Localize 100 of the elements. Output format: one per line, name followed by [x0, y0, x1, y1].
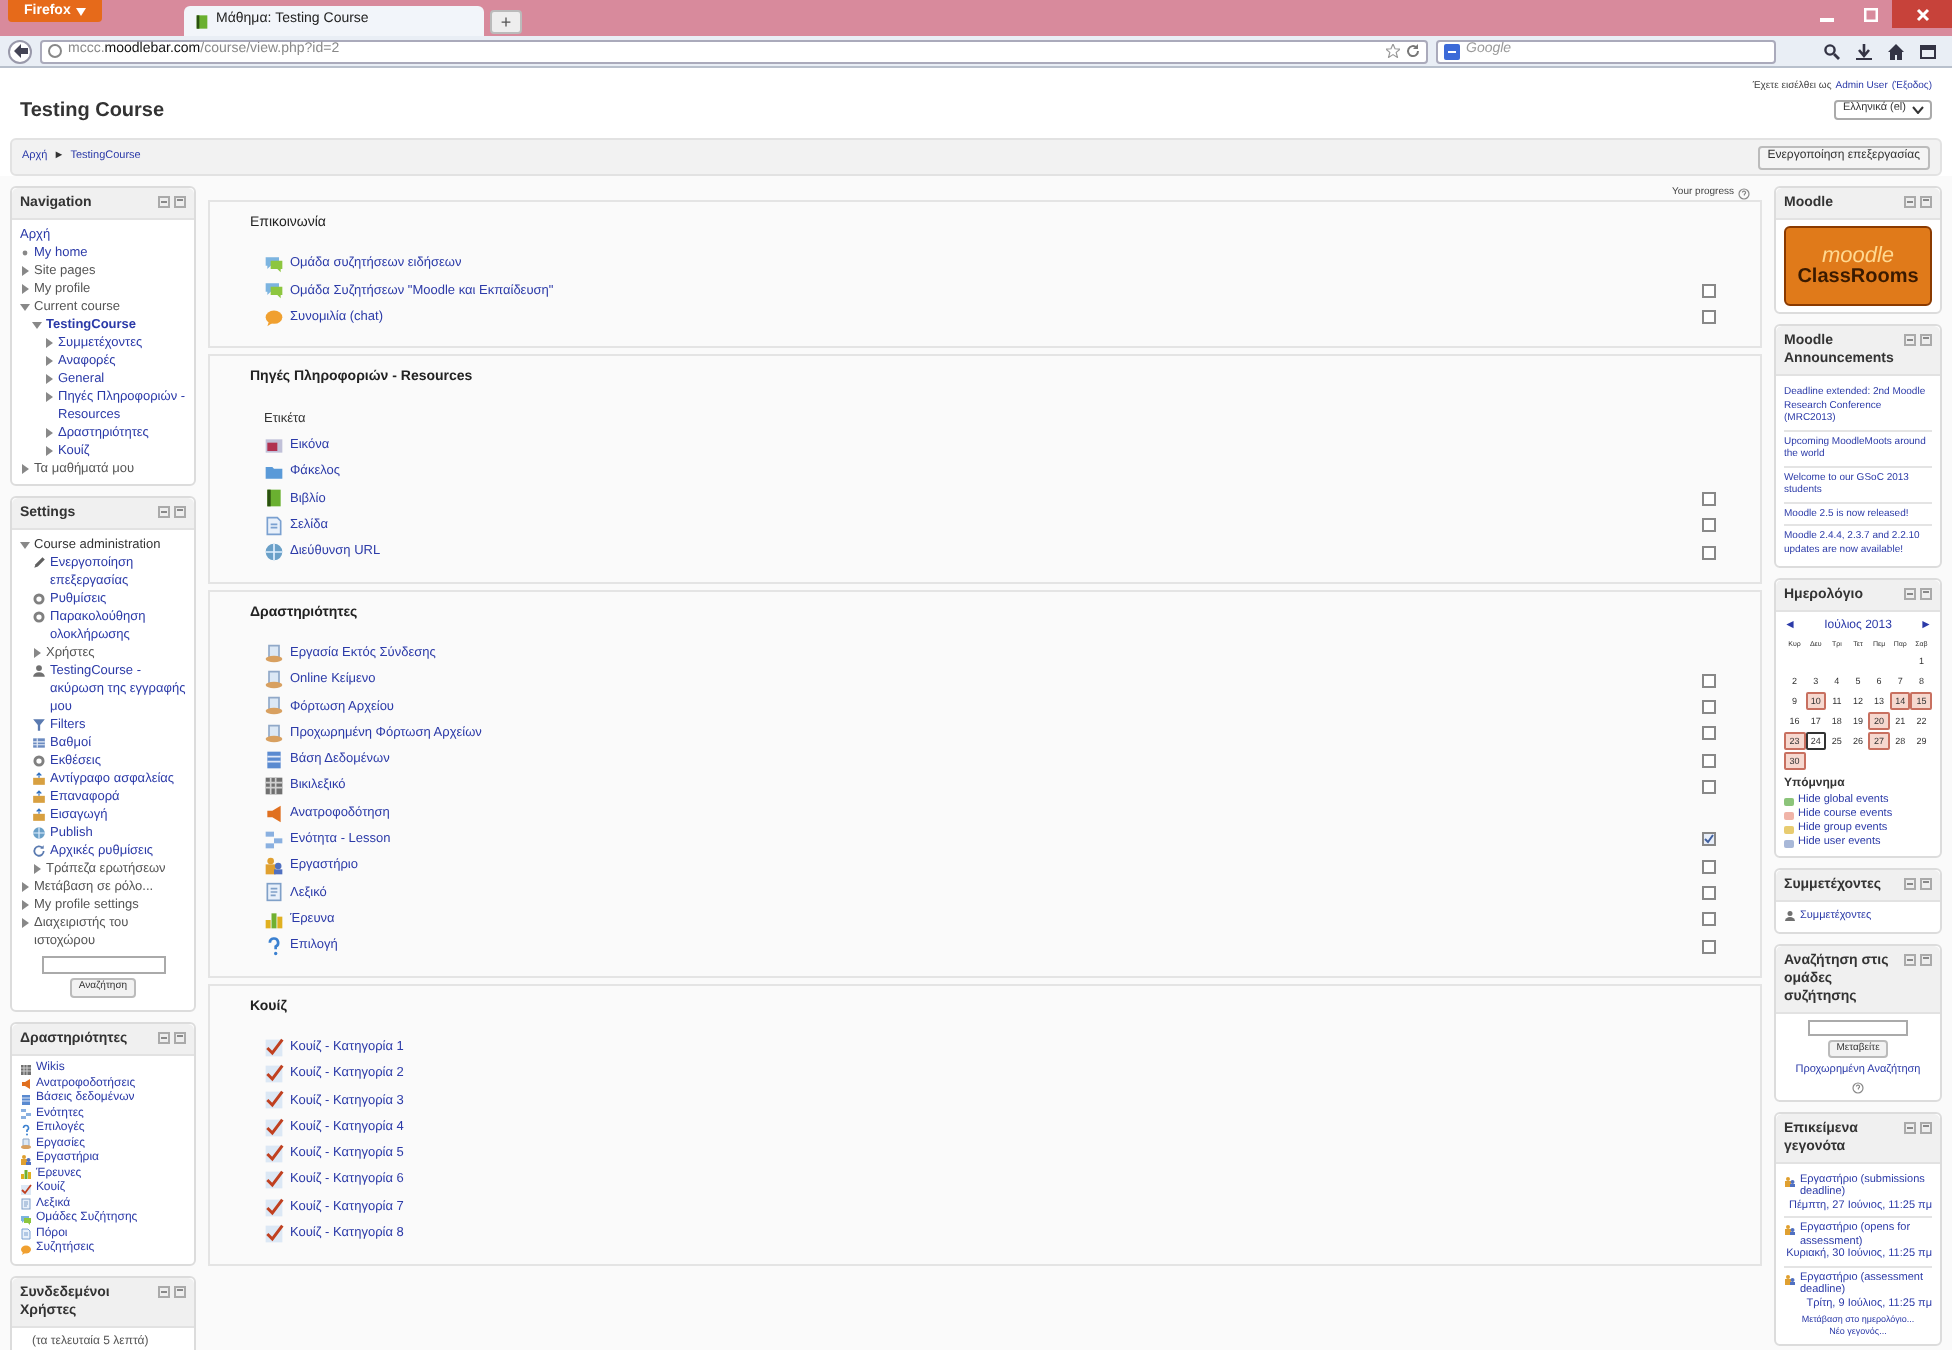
speech-bubble-icon — [264, 254, 284, 275]
dock-icon — [158, 1285, 170, 1297]
people-icon — [1784, 1273, 1796, 1286]
course-title: Testing Course — [20, 98, 165, 126]
checkmark-icon — [264, 1117, 284, 1138]
dock-icon — [1904, 953, 1916, 965]
download-icon — [1856, 43, 1872, 59]
megaphone-icon — [20, 1078, 32, 1091]
completion-checkbox[interactable] — [1702, 912, 1716, 927]
question-mark-icon — [264, 936, 284, 957]
home-icon — [1888, 43, 1904, 59]
maximize-icon — [1863, 7, 1877, 21]
grid-icon — [264, 776, 284, 797]
checkmark-icon — [264, 1064, 284, 1085]
dock-icon — [1904, 1121, 1916, 1134]
dock-icon — [1904, 196, 1916, 208]
completion-checkbox[interactable] — [1702, 885, 1716, 900]
logo: moodle ClassRooms — [1784, 226, 1932, 306]
dictionary-icon — [20, 1198, 32, 1211]
completion-checkbox[interactable] — [1702, 491, 1716, 506]
reload-icon — [1406, 44, 1420, 58]
completion-checkbox[interactable] — [1702, 726, 1716, 741]
bullet-icon — [20, 248, 30, 258]
book-icon — [264, 488, 284, 509]
checkmark-icon — [264, 1197, 284, 1218]
hide-icon — [174, 1032, 186, 1044]
completion-checkbox[interactable] — [1702, 310, 1716, 325]
star-icon — [1386, 44, 1400, 58]
box-icon — [32, 790, 46, 804]
completion-checkbox[interactable] — [1702, 699, 1716, 714]
hide-icon — [1920, 588, 1932, 600]
document-icon — [264, 696, 284, 717]
caret-icon — [76, 7, 87, 15]
flowchart-icon — [20, 1108, 32, 1121]
completion-checkbox[interactable] — [1702, 753, 1716, 767]
completion-checkbox[interactable] — [1702, 518, 1716, 533]
window-icon — [1920, 43, 1936, 59]
search-icon — [1824, 43, 1840, 59]
picture-icon — [264, 435, 284, 456]
table-icon — [32, 736, 46, 750]
checkmark-icon — [264, 1037, 284, 1058]
dock-icon — [158, 506, 170, 518]
completion-checkbox[interactable] — [1702, 545, 1716, 560]
bar-chart-icon — [20, 1168, 32, 1181]
checkmark-icon — [264, 1144, 284, 1165]
completion-checkbox[interactable] — [1702, 859, 1716, 874]
completion-checkbox[interactable] — [1702, 779, 1716, 794]
hide-icon — [1920, 1121, 1932, 1134]
dock-icon — [158, 1032, 170, 1044]
person-icon — [32, 664, 46, 678]
document-icon — [20, 1138, 32, 1151]
database-icon — [264, 750, 284, 770]
bar-chart-icon — [264, 909, 284, 930]
chevron-down-icon — [1912, 105, 1924, 113]
people-icon — [1784, 1224, 1796, 1237]
hide-icon — [1920, 878, 1932, 891]
dictionary-icon — [264, 882, 284, 903]
people-icon — [20, 1153, 32, 1166]
dock-icon — [1904, 878, 1916, 891]
forum-search-input[interactable] — [1808, 1019, 1908, 1035]
help-icon — [1852, 1081, 1864, 1094]
document-icon — [264, 643, 284, 664]
speech-bubble-icon — [264, 280, 284, 301]
page-icon — [264, 515, 284, 536]
flowchart-icon — [264, 829, 284, 850]
hide-icon — [1920, 196, 1932, 208]
people-icon — [264, 856, 284, 877]
completion-checkbox[interactable] — [1702, 939, 1716, 954]
chat-bubble-icon — [264, 307, 284, 328]
megaphone-icon — [264, 803, 284, 824]
checkmark-icon — [20, 1183, 32, 1196]
dock-icon — [158, 196, 170, 208]
gear-icon — [32, 754, 46, 768]
search-input[interactable] — [41, 956, 165, 974]
dock-icon — [1904, 588, 1916, 600]
new-tab-button[interactable]: + — [490, 10, 522, 34]
hide-icon — [1920, 953, 1932, 965]
dock-icon — [1904, 334, 1916, 346]
checkmark-icon — [264, 1223, 284, 1244]
grid-icon — [20, 1063, 32, 1076]
box-icon — [32, 808, 46, 822]
search-engine-icon — [1444, 43, 1460, 59]
document-icon — [264, 723, 284, 744]
people-icon — [1784, 1175, 1796, 1188]
checkmark-icon — [264, 1090, 284, 1111]
help-icon — [1738, 187, 1750, 199]
checkmark-icon — [264, 1170, 284, 1191]
back-button[interactable] — [8, 39, 32, 63]
completion-checkbox[interactable] — [1702, 832, 1716, 847]
hide-icon — [174, 196, 186, 208]
completion-checkbox[interactable] — [1702, 283, 1716, 298]
close-button[interactable] — [1892, 0, 1952, 28]
speech-bubble-icon — [20, 1213, 32, 1226]
hide-icon — [1920, 334, 1932, 346]
database-icon — [20, 1093, 32, 1106]
circular-arrow-icon — [32, 844, 46, 858]
funnel-icon — [32, 718, 46, 732]
box-icon — [32, 772, 46, 786]
completion-checkbox[interactable] — [1702, 673, 1716, 688]
page-icon — [20, 1228, 32, 1241]
